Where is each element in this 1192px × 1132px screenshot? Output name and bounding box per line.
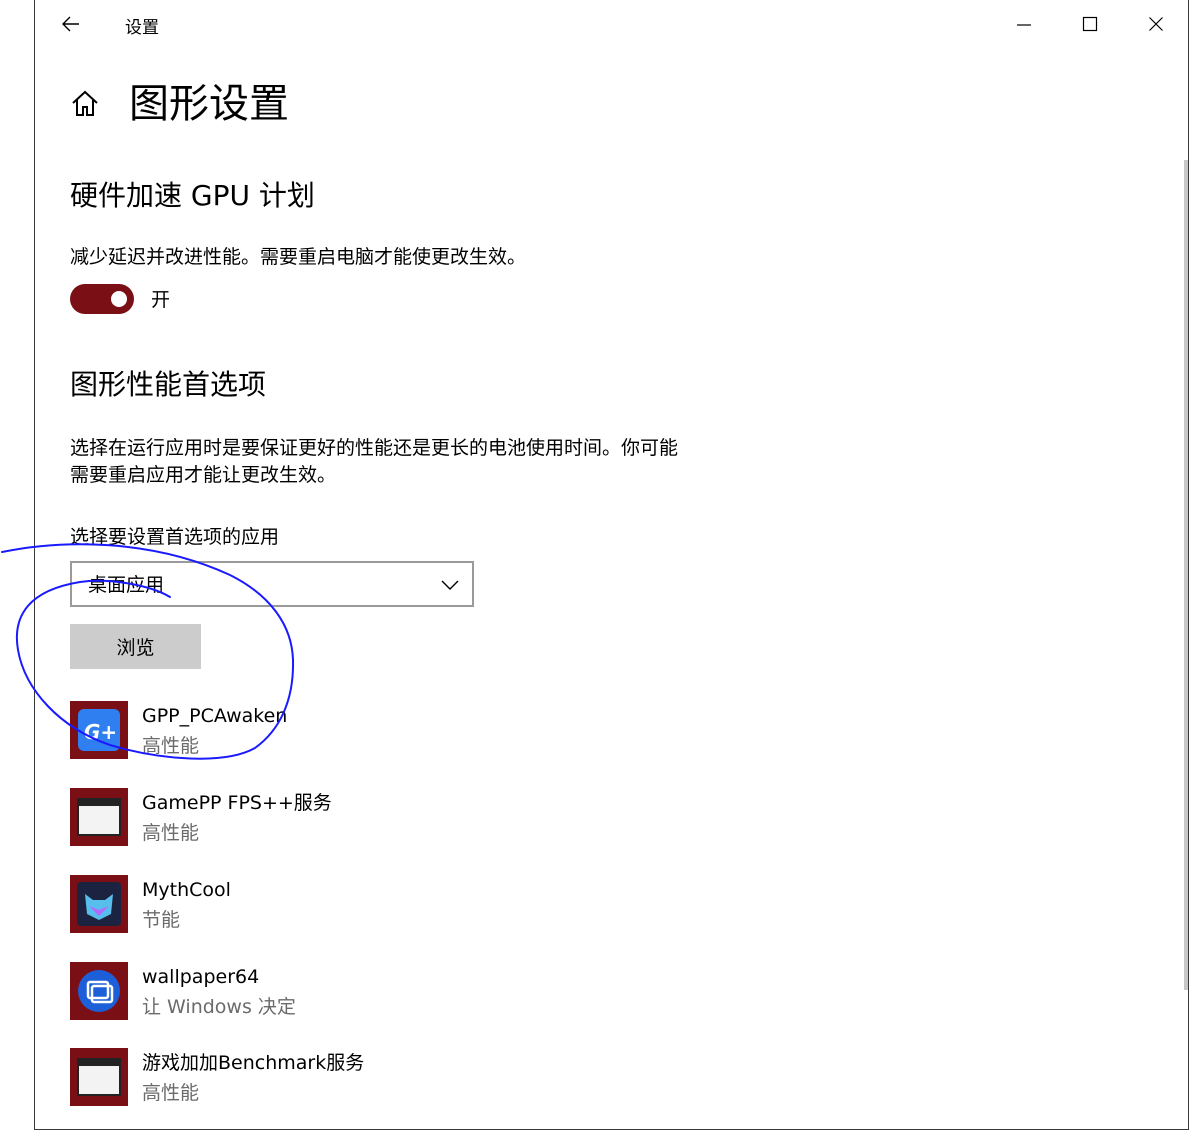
perf-description-line1: 选择在运行应用时是要保证更好的性能还是更长的电池使用时间。你可能 [70,437,679,459]
gamepp-awaken-icon: G+ [70,701,128,759]
list-item[interactable]: wallpaper64 让 Windows 决定 [70,962,770,1022]
title-bar: 设置 [35,0,1188,48]
window-title: 设置 [125,18,159,38]
list-item[interactable]: GamePP FPS++服务 高性能 [70,788,770,848]
app-type-select-value: 桌面应用 [88,574,165,596]
close-icon [1149,17,1163,31]
wallpaper-engine-icon [70,962,128,1020]
app-name: GPP_PCAwaken [142,705,288,727]
list-item[interactable]: 游戏加加Benchmark服务 高性能 [70,1048,770,1108]
app-name: wallpaper64 [142,966,260,988]
mythcool-icon [70,875,128,933]
app-type-select[interactable]: 桌面应用 [70,561,474,607]
settings-window: 设置 图形设置 硬件加速 GPU 计划 减少延迟并改进性能。需要重启电脑才能使更… [34,0,1189,1130]
app-type-select-label: 选择要设置首选项的应用 [70,526,280,548]
close-button[interactable] [1133,4,1179,44]
app-preference: 高性能 [142,1082,200,1104]
list-item[interactable]: G+ GPP_PCAwaken 高性能 [70,701,770,761]
maximize-button[interactable] [1067,4,1113,44]
app-preference: 节能 [142,909,181,931]
gpu-section-description: 减少延迟并改进性能。需要重启电脑才能使更改生效。 [70,246,527,268]
scrollbar[interactable] [1184,160,1188,990]
gpu-scheduling-toggle[interactable] [70,284,134,314]
page-title: 图形设置 [129,81,289,127]
generic-window-icon [70,1048,128,1106]
back-arrow-icon [62,16,79,32]
home-icon [72,90,98,116]
list-item[interactable]: MythCool 节能 [70,875,770,935]
browse-button[interactable]: 浏览 [70,624,201,669]
home-button[interactable] [69,88,101,120]
perf-description-line2: 需要重启应用才能让更改生效。 [70,464,337,486]
maximize-icon [1082,16,1098,32]
app-preference: 让 Windows 决定 [142,996,296,1018]
app-name: GamePP FPS++服务 [142,792,332,814]
chevron-down-icon [441,580,459,590]
svg-text:G+: G+ [84,720,117,744]
toggle-knob [111,291,127,307]
app-name: MythCool [142,879,231,901]
back-button[interactable] [51,8,91,40]
app-name: 游戏加加Benchmark服务 [142,1052,365,1074]
minimize-button[interactable] [1001,4,1047,44]
minimize-icon [1017,24,1031,26]
app-preference: 高性能 [142,735,200,757]
perf-section-heading: 图形性能首选项 [70,368,267,401]
gpu-section-heading: 硬件加速 GPU 计划 [70,179,315,212]
generic-window-icon [70,788,128,846]
app-preference: 高性能 [142,822,200,844]
toggle-state-label: 开 [151,289,171,311]
